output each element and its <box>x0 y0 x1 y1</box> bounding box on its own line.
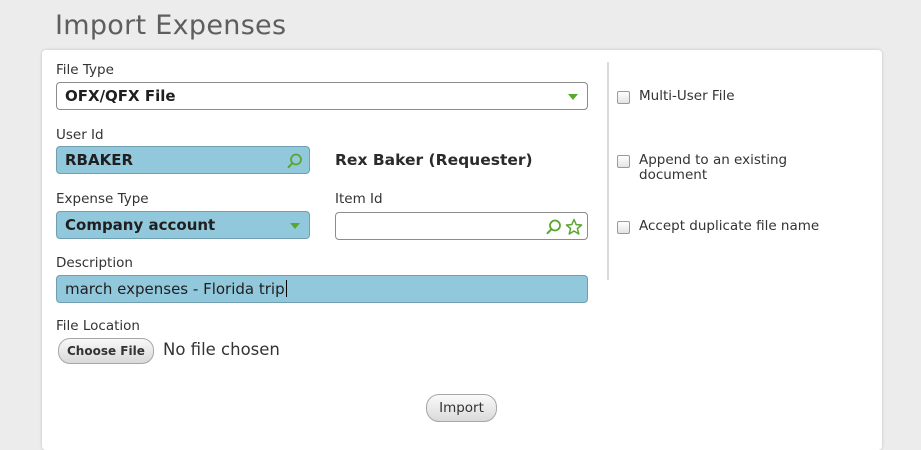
file-location-label: File Location <box>56 318 140 334</box>
accept-duplicate-label: Accept duplicate file name <box>639 218 820 234</box>
append-existing-label: Append to an existing document <box>639 152 788 183</box>
star-icon[interactable] <box>565 218 583 236</box>
accept-duplicate-checkbox[interactable] <box>617 221 630 234</box>
user-name-display: Rex Baker (Requester) <box>335 151 533 169</box>
item-id-input[interactable] <box>335 212 588 240</box>
multi-user-file-label: Multi-User File <box>639 88 735 104</box>
file-type-label: File Type <box>56 62 114 78</box>
item-id-label: Item Id <box>335 191 383 207</box>
user-id-label: User Id <box>56 127 104 143</box>
append-existing-checkbox[interactable] <box>617 155 630 168</box>
import-form-panel: File Type OFX/QFX File User Id RBAKER Re… <box>42 50 882 450</box>
file-type-value: OFX/QFX File <box>65 87 176 105</box>
search-icon[interactable] <box>286 152 304 170</box>
user-id-input[interactable]: RBAKER <box>56 146 310 174</box>
file-type-select[interactable]: OFX/QFX File <box>56 82 588 110</box>
column-divider <box>607 62 609 280</box>
search-icon[interactable] <box>545 218 563 236</box>
description-label: Description <box>56 255 133 271</box>
expense-type-label: Expense Type <box>56 191 149 207</box>
import-button[interactable]: Import <box>426 394 497 422</box>
expense-type-select[interactable]: Company account <box>56 211 310 239</box>
user-id-value: RBAKER <box>65 151 134 169</box>
expense-type-value: Company account <box>65 216 216 234</box>
description-input[interactable]: march expenses - Florida trip <box>56 275 588 303</box>
page-title: Import Expenses <box>55 10 287 41</box>
choose-file-button[interactable]: Choose File <box>58 338 154 364</box>
description-value: march expenses - Florida trip <box>65 280 285 298</box>
multi-user-file-checkbox[interactable] <box>617 91 630 104</box>
chevron-down-icon[interactable] <box>568 94 578 100</box>
text-cursor <box>285 280 287 297</box>
chevron-down-icon[interactable] <box>290 223 300 229</box>
file-chosen-status: No file chosen <box>163 340 280 359</box>
